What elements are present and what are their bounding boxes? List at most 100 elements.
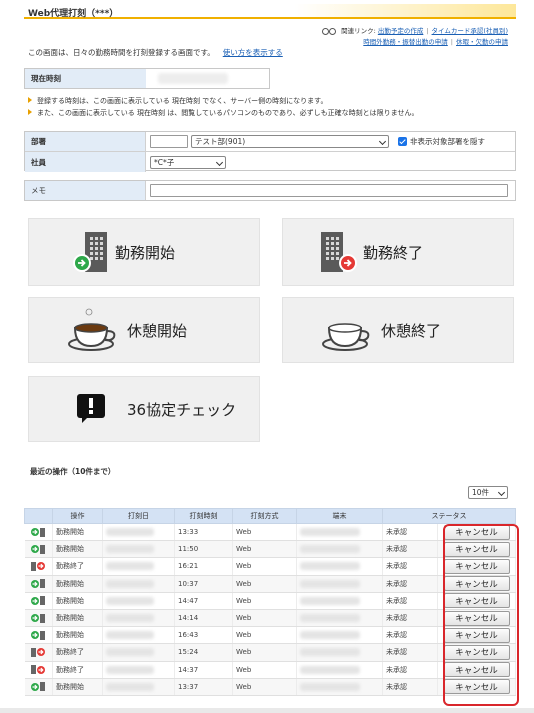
count-select[interactable]: 10件 (468, 486, 508, 499)
status-cell: 未承認 (382, 626, 438, 645)
check36-button[interactable]: 36協定チェック (28, 376, 260, 442)
status-cell: 未承認 (382, 540, 438, 559)
method-cell: Web (232, 540, 297, 559)
date-cell (102, 592, 175, 610)
work-start-icon (31, 527, 46, 537)
hide-dept-checkbox[interactable] (398, 137, 407, 146)
status-cell: 未承認 (382, 661, 438, 679)
terminal-cell (296, 540, 383, 559)
time-cell: 15:24 (174, 643, 233, 662)
table-row: 勤務開始 16:43 Web 未承認 キャンセル (24, 626, 516, 645)
table-row: 勤務終了 15:24 Web 未承認 キャンセル (24, 643, 516, 662)
date-cell (102, 643, 175, 662)
arrow-icon (28, 97, 32, 103)
link-leave-request[interactable]: 休暇・欠勤の申請 (456, 38, 508, 46)
intro-description: この画面は、日々の勤務時間を打刻登録する画面です。 (28, 48, 215, 57)
table-row: 勤務開始 11:50 Web 未承認 キャンセル (24, 540, 516, 559)
notes: 登録する時刻は、この画面に表示している 現在時刻 でなく、サーバー側の時刻になり… (28, 95, 418, 119)
break-start-label: 休憩開始 (127, 321, 188, 340)
method-cell: Web (232, 678, 297, 696)
bottom-scroll-area (0, 708, 534, 713)
time-cell: 11:50 (174, 540, 233, 559)
method-cell: Web (232, 557, 297, 576)
time-cell: 13:33 (174, 523, 233, 542)
time-cell: 16:21 (174, 557, 233, 576)
work-end-icon (31, 561, 46, 571)
date-cell (102, 540, 175, 559)
hide-dept-label: 非表示対象部署を隠す (410, 137, 485, 146)
related-links-label: 関連リンク: (341, 27, 376, 35)
table-row: 勤務開始 14:14 Web 未承認 キャンセル (24, 609, 516, 628)
op-icon-cell (24, 575, 53, 593)
op-cell: 勤務開始 (52, 523, 103, 542)
col-date: 打刻日 (102, 508, 175, 524)
op-cell: 勤務終了 (52, 557, 103, 576)
method-cell: Web (232, 626, 297, 645)
dept-code-input[interactable] (150, 135, 188, 148)
employee-label: 社員 (25, 152, 146, 172)
time-cell: 13:37 (174, 678, 233, 696)
op-icon-cell (24, 626, 53, 645)
break-start-button[interactable]: 休憩開始 (28, 297, 260, 363)
note-2: また、この画面に表示している 現在時刻 は、閲覧しているパソコンのものであり、必… (37, 109, 419, 117)
op-cell: 勤務開始 (52, 592, 103, 610)
related-links: 関連リンク: 出勤予定の作成 | タイムカード承認(社員別) 時間外勤務・振替出勤の… (321, 26, 508, 48)
date-cell (102, 609, 175, 628)
status-cell: 未承認 (382, 575, 438, 593)
link-attendance-plan[interactable]: 出勤予定の作成 (378, 27, 424, 35)
time-cell: 14:47 (174, 592, 233, 610)
employee-select[interactable]: *C*子 (150, 155, 226, 169)
table-row: 勤務開始 10:37 Web 未承認 キャンセル (24, 575, 516, 593)
building-start-icon (73, 232, 107, 272)
method-cell: Web (232, 609, 297, 628)
chevron-down-icon (215, 158, 224, 166)
work-end-label: 勤務終了 (363, 243, 424, 262)
op-icon-cell (24, 661, 53, 679)
status-cell: 未承認 (382, 678, 438, 696)
op-cell: 勤務開始 (52, 626, 103, 645)
date-cell (102, 661, 175, 679)
work-end-icon (31, 665, 46, 675)
memo-label: メモ (25, 181, 146, 200)
intro-text: この画面は、日々の勤務時間を打刻登録する画面です。 使い方を表示する (28, 47, 283, 58)
coffee-empty-icon (322, 323, 370, 351)
dept-label: 部署 (25, 132, 146, 151)
table-row: 勤務終了 16:21 Web 未承認 キャンセル (24, 557, 516, 576)
status-cell: 未承認 (382, 609, 438, 628)
dept-select[interactable]: テスト部(901) (191, 135, 389, 148)
status-cell: 未承認 (382, 643, 438, 662)
op-cell: 勤務終了 (52, 643, 103, 662)
table-row: 勤務開始 13:37 Web 未承認 キャンセル (24, 678, 516, 696)
help-link[interactable]: 使い方を表示する (223, 48, 283, 57)
link-timecard-approval[interactable]: タイムカード承認(社員別) (432, 27, 508, 35)
col-time: 打刻時刻 (174, 508, 233, 524)
chevron-down-icon (497, 488, 506, 497)
building-end-icon (321, 232, 357, 272)
col-terminal: 端末 (296, 508, 383, 524)
table-row: 勤務終了 14:37 Web 未承認 キャンセル (24, 661, 516, 679)
note-1: 登録する時刻は、この画面に表示している 現在時刻 でなく、サーバー側の時刻になり… (37, 97, 328, 105)
time-cell: 14:37 (174, 661, 233, 679)
work-end-button[interactable]: 勤務終了 (282, 218, 514, 286)
date-cell (102, 523, 175, 542)
terminal-cell (296, 609, 383, 628)
current-time-value (158, 73, 228, 84)
memo-input[interactable] (150, 184, 508, 197)
work-start-icon (31, 596, 46, 606)
terminal-cell (296, 626, 383, 645)
break-end-label: 休憩終了 (381, 321, 442, 340)
link-overtime-request[interactable]: 時間外勤務・振替出勤の申請 (363, 38, 448, 46)
date-cell (102, 575, 175, 593)
break-end-button[interactable]: 休憩終了 (282, 297, 514, 363)
coffee-hot-icon (68, 308, 116, 351)
chevron-down-icon (378, 137, 387, 146)
work-start-icon (31, 579, 46, 589)
title-bar: Web代理打刻（***） (24, 4, 516, 19)
work-start-button[interactable]: 勤務開始 (28, 218, 260, 286)
op-icon-cell (24, 540, 53, 559)
op-cell: 勤務終了 (52, 661, 103, 679)
terminal-cell (296, 643, 383, 662)
page-title: Web代理打刻（***） (28, 9, 119, 19)
count-select-value: 10件 (472, 488, 490, 497)
method-cell: Web (232, 661, 297, 679)
